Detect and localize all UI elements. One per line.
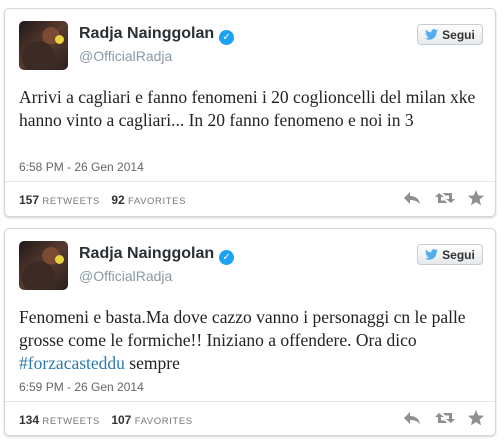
display-name[interactable]: Radja Nainggolan ✓ <box>79 245 235 265</box>
follow-label: Segui <box>442 247 475 262</box>
tweet-stats: 134 RETWEETS 107 FAVORITES <box>19 413 201 427</box>
twitter-bird-icon <box>425 249 439 260</box>
hashtag-link[interactable]: #forzacasteddu <box>19 353 125 373</box>
reply-arrow-icon[interactable] <box>403 189 421 207</box>
favorite-count[interactable]: 107 <box>111 413 131 427</box>
retweet-count[interactable]: 134 <box>19 413 39 427</box>
display-name-text[interactable]: Radja Nainggolan <box>79 25 214 42</box>
star-icon[interactable] <box>467 409 485 427</box>
tweet-text: Fenomeni e basta.Ma dove cazzo vanno i p… <box>19 306 491 375</box>
twitter-bird-icon <box>425 29 439 40</box>
avatar[interactable] <box>19 21 68 70</box>
display-name-text[interactable]: Radja Nainggolan <box>79 245 214 262</box>
favorite-count[interactable]: 92 <box>111 193 124 207</box>
tweet-actions <box>403 189 485 207</box>
tweet-text-after: sempre <box>124 353 180 373</box>
retweet-icon[interactable] <box>435 409 455 427</box>
avatar[interactable] <box>19 241 68 290</box>
avatar-detail <box>55 35 64 44</box>
tweet-timestamp[interactable]: 6:58 PM - 26 Gen 2014 <box>19 160 144 174</box>
tweet-text: Arrivi a cagliari e fanno fenomeni i 20 … <box>19 87 476 130</box>
tweet-card: Radja Nainggolan ✓ @OfficialRadja Segui A… <box>4 8 496 217</box>
user-handle[interactable]: @OfficialRadja <box>79 268 172 284</box>
follow-button[interactable]: Segui <box>417 244 483 265</box>
tweet-timestamp[interactable]: 6:59 PM - 26 Gen 2014 <box>19 380 144 394</box>
favorites-label[interactable]: FAVORITES <box>135 416 193 427</box>
retweets-label[interactable]: RETWEETS <box>42 196 100 207</box>
star-icon[interactable] <box>467 189 485 207</box>
verified-check-icon: ✓ <box>219 30 235 45</box>
display-name[interactable]: Radja Nainggolan ✓ <box>79 25 235 45</box>
favorites-label[interactable]: FAVORITES <box>128 196 186 207</box>
reply-arrow-icon[interactable] <box>403 409 421 427</box>
retweet-count[interactable]: 157 <box>19 193 39 207</box>
tweet-card: Radja Nainggolan ✓ @OfficialRadja Segui F… <box>4 228 496 436</box>
retweets-label[interactable]: RETWEETS <box>42 416 100 427</box>
tweet-stats: 157 RETWEETS 92 FAVORITES <box>19 193 194 207</box>
tweet-text-before: Fenomeni e basta.Ma dove cazzo vanno i p… <box>19 307 466 350</box>
avatar-detail <box>55 255 64 264</box>
tweet-actions <box>403 409 485 427</box>
divider <box>5 181 495 182</box>
verified-check-icon: ✓ <box>219 250 235 265</box>
user-handle[interactable]: @OfficialRadja <box>79 48 172 64</box>
follow-label: Segui <box>442 27 475 42</box>
retweet-icon[interactable] <box>435 189 455 207</box>
divider <box>5 401 495 402</box>
follow-button[interactable]: Segui <box>417 24 483 45</box>
